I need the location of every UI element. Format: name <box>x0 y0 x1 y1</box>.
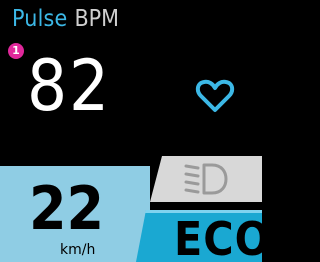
headlight-button[interactable] <box>150 156 262 202</box>
header: Pulse BPM <box>12 6 119 36</box>
speed-value: 22 <box>29 174 105 244</box>
device-screen: Pulse BPM 1 82 22 km/h ECO <box>0 0 262 262</box>
header-title: Pulse <box>12 6 68 32</box>
notification-badge[interactable]: 1 <box>8 43 24 59</box>
header-unit: BPM <box>74 6 119 32</box>
heart-icon <box>195 79 235 112</box>
heart-rate-value: 82 <box>27 45 112 127</box>
speed-unit: km/h <box>60 242 96 258</box>
mode-label: ECO <box>174 212 262 262</box>
